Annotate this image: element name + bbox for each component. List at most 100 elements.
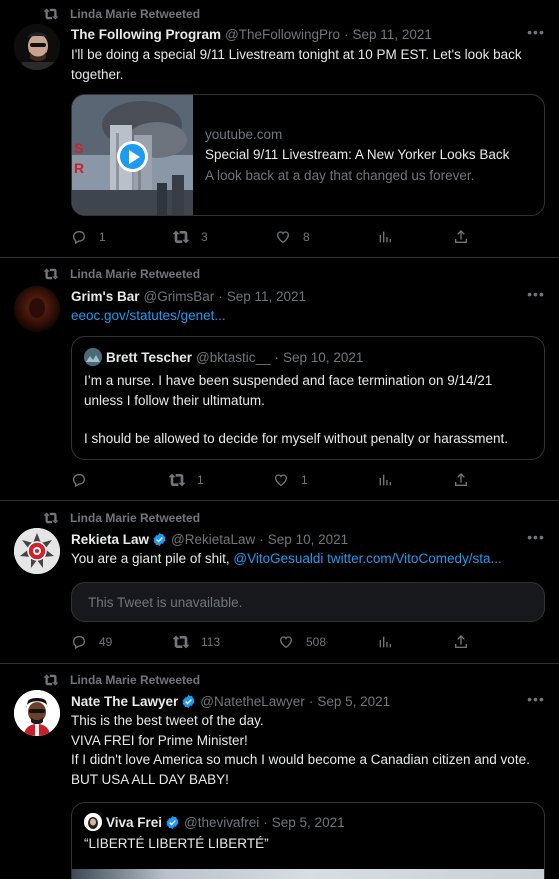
mention-link[interactable]: @VitoGesualdi <box>233 551 323 566</box>
author-handle[interactable]: @GrimsBar <box>144 289 215 304</box>
share-button[interactable] <box>453 472 481 488</box>
quoted-author-handle[interactable]: @thevivafrei <box>184 815 259 830</box>
tweet-3[interactable]: Linda Marie Retweeted Rekieta Law @Rekie… <box>0 501 559 664</box>
author-name[interactable]: Rekieta Law <box>71 532 149 547</box>
avatar-image <box>14 528 60 574</box>
play-icon[interactable] <box>117 141 148 172</box>
share-icon <box>453 472 469 488</box>
tweet-date[interactable]: Sep 11, 2021 <box>353 27 432 42</box>
separator-dot: · <box>263 814 268 830</box>
retweeted-by-label: Linda Marie Retweeted <box>70 267 201 281</box>
like-icon <box>275 229 291 245</box>
share-button[interactable] <box>453 634 481 650</box>
tweet-header: Grim's Bar @GrimsBar · Sep 11, 2021 <box>71 287 306 305</box>
avatar-image <box>14 24 60 70</box>
reply-button[interactable]: 49 <box>71 634 112 650</box>
like-button[interactable]: 8 <box>275 229 310 245</box>
reply-count: 1 <box>99 230 106 244</box>
analytics-button[interactable] <box>377 229 405 245</box>
tweet-text: I'll be doing a special 9/11 Livestream … <box>71 47 522 82</box>
avatar[interactable] <box>14 286 60 332</box>
retweet-button[interactable]: 3 <box>173 229 208 245</box>
author-name[interactable]: Grim's Bar <box>71 289 140 304</box>
reply-button[interactable] <box>71 472 99 488</box>
retweet-count: 3 <box>201 230 208 244</box>
author-handle[interactable]: @RekietaLaw <box>171 532 255 547</box>
quoted-avatar <box>84 813 102 831</box>
author-name[interactable]: Nate The Lawyer <box>71 694 178 709</box>
author-handle[interactable]: @NatetheLawyer <box>200 694 305 709</box>
tweet-text-content: You are a giant pile of shit, <box>71 551 234 566</box>
share-button[interactable] <box>453 229 481 245</box>
tweet-4[interactable]: Linda Marie Retweeted Nate The Lawyer @N… <box>0 664 559 879</box>
avatar-image <box>14 286 60 332</box>
quoted-text: “LIBERTÉ LIBERTÉ LIBERTÉ” <box>84 836 269 851</box>
quoted-tweet-header: Brett Tescher @bktastic__ · Sep 10, 2021 <box>84 348 363 366</box>
avatar[interactable] <box>14 690 60 736</box>
separator-dot: · <box>308 693 314 709</box>
reply-icon <box>71 229 87 245</box>
retweet-context: Linda Marie Retweeted <box>44 510 200 526</box>
tweet-line-3: If I didn't love America so much I would… <box>71 752 530 767</box>
avatar[interactable] <box>14 528 60 574</box>
card-description: A look back at a day that changed us for… <box>205 168 475 183</box>
like-count: 1 <box>301 473 308 487</box>
quoted-tweet[interactable]: Viva Frei @thevivafrei · Sep 5, 2021 “LI… <box>71 802 545 879</box>
retweet-button[interactable]: 113 <box>173 634 220 650</box>
tweet-date[interactable]: Sep 5, 2021 <box>317 694 390 709</box>
quoted-media[interactable] <box>72 869 544 879</box>
like-count: 508 <box>306 635 327 649</box>
retweet-icon <box>173 229 189 245</box>
tweet-actions: 1 1 <box>71 472 491 492</box>
tweet-date[interactable]: Sep 11, 2021 <box>227 289 306 304</box>
retweet-context: Linda Marie Retweeted <box>44 266 200 282</box>
link-card[interactable]: S R youtube.com Special 9/11 Livestream:… <box>71 94 545 216</box>
tweet-link[interactable]: twitter.com/VitoComedy/sta... <box>327 551 502 566</box>
tweet-line-1: This is the best tweet of the day. <box>71 713 264 728</box>
like-icon <box>273 472 289 488</box>
reply-button[interactable]: 1 <box>71 229 106 245</box>
quoted-author-handle[interactable]: @bktastic__ <box>196 350 271 365</box>
quoted-tweet-date[interactable]: Sep 10, 2021 <box>283 350 363 365</box>
author-name[interactable]: The Following Program <box>71 27 221 42</box>
tweet-header: Rekieta Law @RekietaLaw · Sep 10, 2021 <box>71 530 348 548</box>
more-icon[interactable]: ••• <box>527 287 545 307</box>
more-icon[interactable]: ••• <box>527 692 545 712</box>
retweet-count: 1 <box>197 473 204 487</box>
retweeted-by-label: Linda Marie Retweeted <box>70 511 201 525</box>
like-button[interactable]: 1 <box>273 472 308 488</box>
quoted-author-name[interactable]: Viva Frei <box>106 815 162 830</box>
svg-text:S: S <box>74 140 83 156</box>
tweet-line-2: VIVA FREI for Prime Minister! <box>71 732 248 748</box>
retweet-count: 113 <box>201 635 221 649</box>
analytics-button[interactable] <box>377 472 405 488</box>
retweet-icon <box>169 472 185 488</box>
retweet-context: Linda Marie Retweeted <box>44 6 200 22</box>
retweet-button[interactable]: 1 <box>169 472 204 488</box>
quoted-tweet[interactable]: Brett Tescher @bktastic__ · Sep 10, 2021… <box>71 336 545 460</box>
tweet-2[interactable]: Linda Marie Retweeted Grim's Bar @GrimsB… <box>0 258 559 501</box>
more-icon[interactable]: ••• <box>527 530 545 550</box>
share-icon <box>453 634 469 650</box>
tweet-date[interactable]: Sep 10, 2021 <box>268 532 348 547</box>
quoted-author-name[interactable]: Brett Tescher <box>106 350 192 365</box>
like-button[interactable]: 508 <box>278 634 326 650</box>
retweet-icon <box>173 634 189 650</box>
like-icon <box>278 634 294 650</box>
verified-icon <box>181 694 196 709</box>
analytics-button[interactable] <box>377 634 405 650</box>
quoted-text-1: I’m a nurse. I have been suspended and f… <box>84 373 493 408</box>
author-handle[interactable]: @TheFollowingPro <box>225 27 340 42</box>
analytics-icon <box>377 634 393 650</box>
quoted-tweet-date[interactable]: Sep 5, 2021 <box>272 815 345 830</box>
more-icon[interactable]: ••• <box>527 25 545 45</box>
retweet-icon <box>44 267 58 281</box>
separator-dot: · <box>344 26 349 42</box>
quoted-text-2: I should be allowed to decide for myself… <box>84 431 508 446</box>
avatar[interactable] <box>14 24 60 70</box>
tweet-line-4: BUT USA ALL DAY BABY! <box>71 771 229 787</box>
retweeted-by-label: Linda Marie Retweeted <box>70 7 201 21</box>
tweet-1[interactable]: Linda Marie Retweeted The Following Prog… <box>0 0 559 258</box>
tweet-actions: 49 113 508 <box>71 634 491 654</box>
tweet-link[interactable]: eeoc.gov/statutes/genet... <box>71 306 546 326</box>
